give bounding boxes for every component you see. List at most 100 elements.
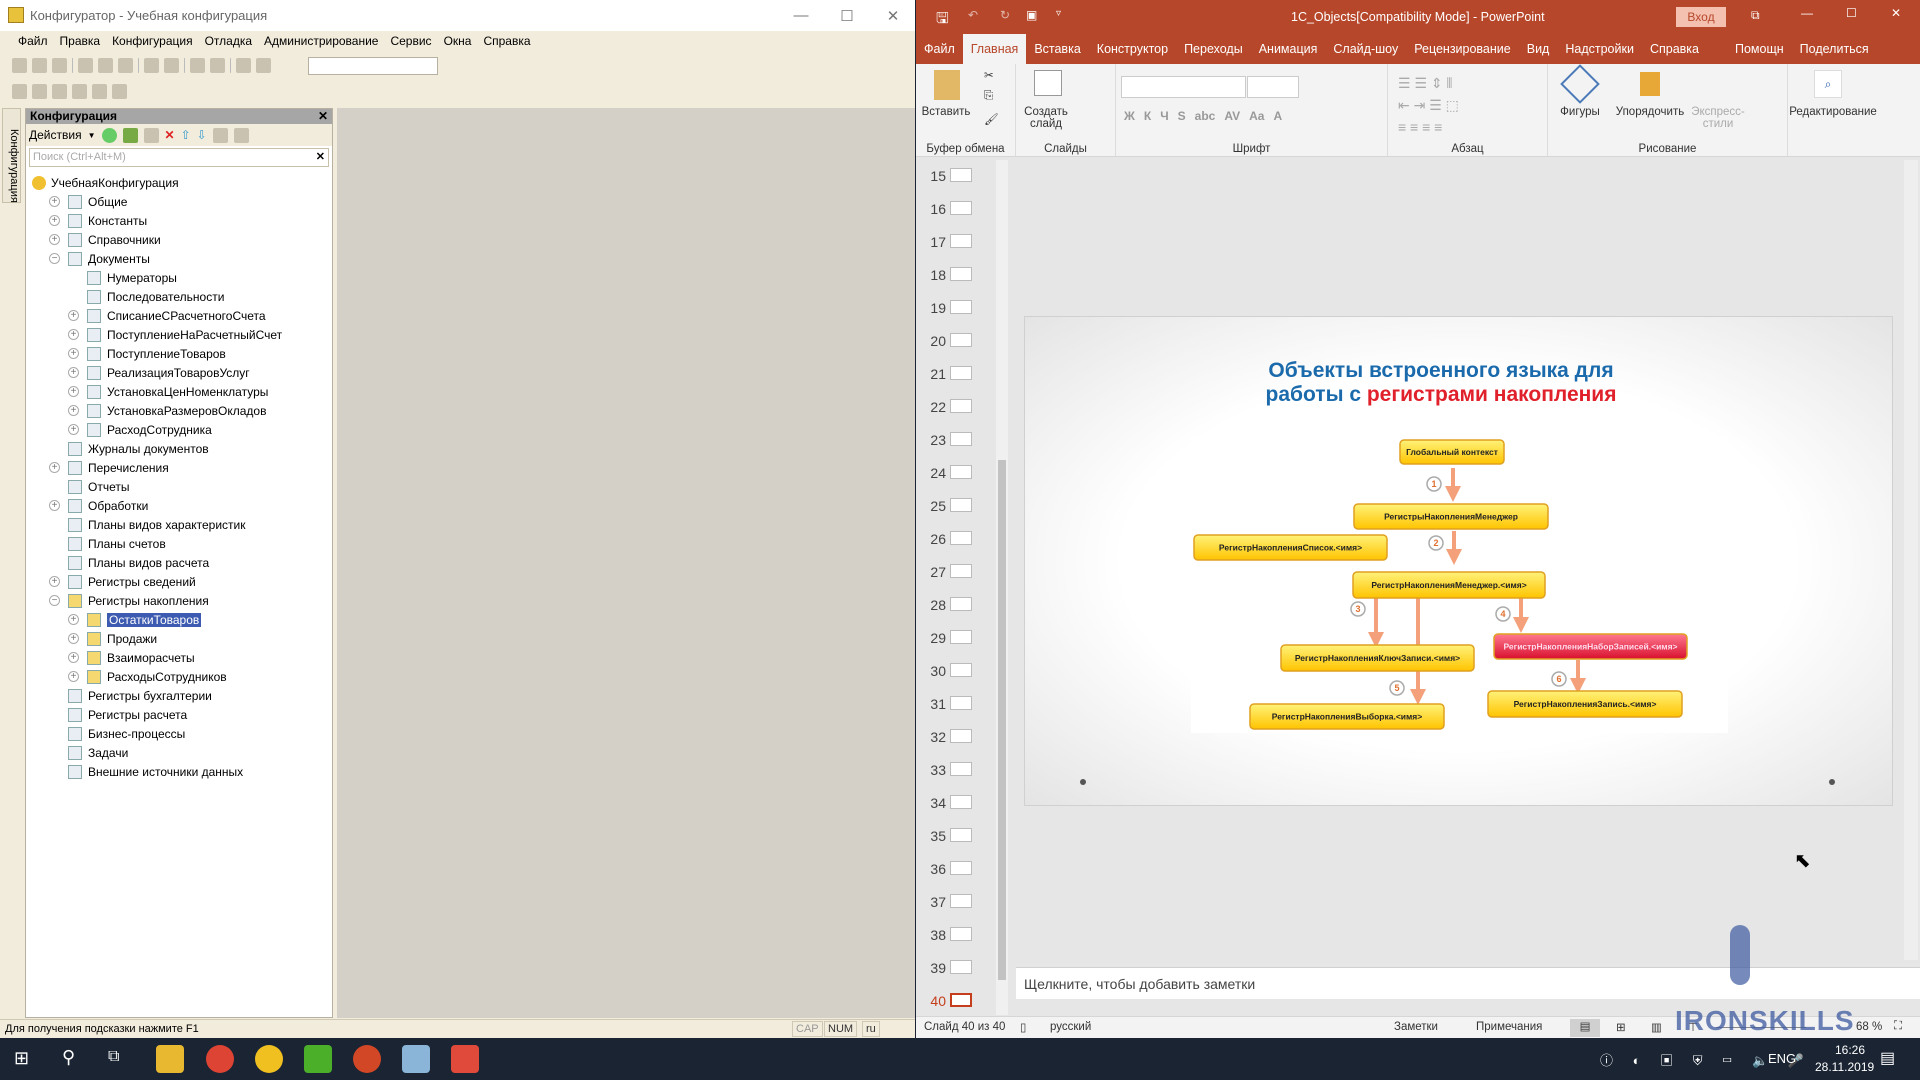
redo-icon[interactable]: ↻	[1000, 8, 1010, 22]
tree-item[interactable]: Отчеты	[26, 477, 332, 496]
close-button[interactable]: ✕	[1891, 6, 1901, 20]
thumbnails-scrollbar[interactable]	[996, 160, 1008, 1015]
copy-icon[interactable]: ⎘	[984, 90, 993, 103]
maximize-button[interactable]: ☐	[1846, 6, 1857, 20]
expand-icon[interactable]: +	[68, 424, 79, 435]
tree-item[interactable]: + УстановкаРазмеровОкладов	[26, 401, 332, 420]
run-icon[interactable]	[92, 84, 107, 99]
tree-item[interactable]: + Взаиморасчеты	[26, 648, 332, 667]
ribbon-tab[interactable]: Слайд-шоу	[1325, 34, 1406, 64]
notes-pane[interactable]: Щелкните, чтобы добавить заметки	[1016, 967, 1920, 999]
comments-button[interactable]: Примечания	[1476, 1021, 1542, 1033]
expand-icon[interactable]: +	[49, 500, 60, 511]
tree-item[interactable]: УчебнаяКонфигурация	[26, 173, 332, 192]
panel-close-icon[interactable]: ✕	[318, 109, 328, 124]
clock-date[interactable]: 28.11.2019	[1815, 1060, 1874, 1074]
save-icon[interactable]	[52, 58, 67, 73]
expand-icon[interactable]: +	[49, 234, 60, 245]
menu-item[interactable]: Окна	[444, 34, 472, 52]
collapse-icon[interactable]: −	[49, 595, 60, 606]
db-icon[interactable]	[12, 84, 27, 99]
ribbon-tab[interactable]: Рецензирование	[1406, 34, 1519, 64]
ribbon-tab[interactable]: Справка	[1642, 34, 1707, 64]
expand-icon[interactable]: +	[68, 329, 79, 340]
search-input[interactable]: Поиск (Ctrl+Alt+M) ✕	[29, 148, 329, 167]
tree-item[interactable]: Регистры бухгалтерии	[26, 686, 332, 705]
chrome-taskbar-icon[interactable]	[206, 1045, 234, 1073]
tree-item[interactable]: + СписаниеСРасчетногоСчета	[26, 306, 332, 325]
ribbon-tab[interactable]: Файл	[916, 34, 963, 64]
tree-item[interactable]: Последовательности	[26, 287, 332, 306]
expand-icon[interactable]: +	[49, 196, 60, 207]
spellcheck-icon[interactable]: ▯	[1020, 1020, 1026, 1034]
tree-item[interactable]: + ОстаткиТоваров	[26, 610, 332, 629]
editor-scrollbar[interactable]	[1904, 160, 1918, 960]
camtasia-recorder-taskbar-icon[interactable]	[451, 1045, 479, 1073]
actions-menu-button[interactable]: Действия	[29, 128, 82, 142]
tree-item[interactable]: + РеализацияТоваровУслуг	[26, 363, 332, 382]
move-up-icon[interactable]: ⇧	[181, 128, 191, 142]
expand-icon[interactable]: +	[68, 652, 79, 663]
tree-item[interactable]: Бизнес-процессы	[26, 724, 332, 743]
tree-item[interactable]: + Продажи	[26, 629, 332, 648]
font-format-button[interactable]: Ж	[1124, 109, 1135, 123]
format-painter-icon[interactable]: 🖌	[984, 112, 999, 126]
font-format-button[interactable]: Ч	[1160, 109, 1168, 123]
find-icon[interactable]	[236, 58, 251, 73]
ribbon-tab[interactable]: Конструктор	[1089, 34, 1176, 64]
menu-item[interactable]: Администрирование	[264, 34, 378, 52]
copy-icon[interactable]	[98, 58, 113, 73]
tree-item[interactable]: − Регистры накопления	[26, 591, 332, 610]
zoom-icon[interactable]	[256, 58, 271, 73]
normal-view-icon[interactable]: ▤	[1570, 1019, 1600, 1037]
new-slide-button[interactable]: Создать слайд	[1016, 106, 1076, 130]
debug-icon[interactable]	[112, 84, 127, 99]
clock-time[interactable]: 16:26	[1835, 1043, 1865, 1057]
filter-icon[interactable]	[233, 127, 249, 143]
toolbar-search-input[interactable]	[308, 57, 438, 75]
ribbon-tab[interactable]: Вставка	[1026, 34, 1088, 64]
menu-item[interactable]: Конфигурация	[112, 34, 193, 52]
tree-item[interactable]: + Справочники	[26, 230, 332, 249]
tree-item[interactable]: Планы счетов	[26, 534, 332, 553]
undo-icon[interactable]: ↶	[968, 8, 978, 22]
tree-item[interactable]: + РасходСотрудника	[26, 420, 332, 439]
close-button[interactable]: ✕	[870, 0, 916, 31]
paragraph-buttons[interactable]: ☰ ☰ ⇕ ⫴ ⇤ ⇥ ☰ ⬚ ≡ ≡ ≡ ≡	[1398, 72, 1459, 138]
maximize-button[interactable]: ☐	[824, 0, 870, 31]
expand-icon[interactable]: +	[49, 576, 60, 587]
expand-icon[interactable]: +	[49, 215, 60, 226]
preview-icon[interactable]	[164, 58, 179, 73]
sort-icon[interactable]	[212, 127, 228, 143]
ribbon-tab[interactable]: Поделиться	[1792, 34, 1877, 64]
tree-item[interactable]: − Документы	[26, 249, 332, 268]
open-icon[interactable]	[32, 58, 47, 73]
app-taskbar-icon[interactable]	[402, 1045, 430, 1073]
font-format-button[interactable]: abc	[1195, 109, 1216, 123]
login-button[interactable]: Вход	[1676, 7, 1726, 27]
expand-icon[interactable]: +	[68, 348, 79, 359]
menu-item[interactable]: Отладка	[205, 34, 252, 52]
tree-item[interactable]: + ПоступлениеНаРасчетныйСчет	[26, 325, 332, 344]
font-format-button[interactable]: A	[1273, 109, 1282, 123]
start-button[interactable]: ⊞	[14, 1048, 29, 1069]
tree-item[interactable]: Внешние источники данных	[26, 762, 332, 781]
new-icon[interactable]	[12, 58, 27, 73]
font-name-select[interactable]	[1121, 76, 1246, 98]
tree-item[interactable]: + Регистры сведений	[26, 572, 332, 591]
powerpoint-taskbar-icon[interactable]	[353, 1045, 381, 1073]
save-icon[interactable]: 🖫	[936, 8, 949, 33]
search-button[interactable]: ⚲	[62, 1047, 75, 1068]
slide-canvas[interactable]: Объекты встроенного языка для работы с ре…	[1024, 316, 1893, 806]
minimize-button[interactable]: —	[1801, 6, 1813, 20]
tree-item[interactable]: + УстановкаЦенНоменклатуры	[26, 382, 332, 401]
paste-icon[interactable]	[118, 58, 133, 73]
config-icon[interactable]	[32, 84, 47, 99]
window-icon[interactable]	[72, 84, 87, 99]
expand-icon[interactable]: +	[68, 633, 79, 644]
tree-item[interactable]: + Обработки	[26, 496, 332, 515]
font-format-button[interactable]: К	[1144, 109, 1151, 123]
shapes-button[interactable]: Фигуры	[1548, 106, 1612, 118]
editing-button[interactable]: Редактирование	[1786, 106, 1880, 118]
font-format-button[interactable]: Aa	[1249, 109, 1264, 123]
